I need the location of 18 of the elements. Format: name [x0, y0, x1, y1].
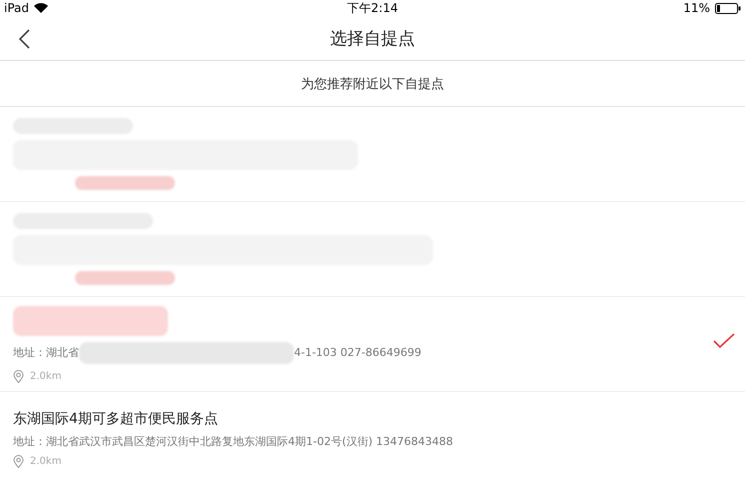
battery-icon	[715, 2, 742, 14]
recommend-text: 为您推荐附近以下自提点	[301, 76, 444, 92]
store-address: 4-1-103 027-86649699	[294, 346, 422, 359]
store-row[interactable]: 地址：湖北省 4-1-103 027-86649699 2.0km	[0, 297, 745, 392]
store-row[interactable]: 东湖国际4期可多超市便民服务点 地址：湖北省武汉市武昌区楚河汉街中北路复地东湖国际4期1-02号(汉街) 13476843488 2.0km	[0, 392, 745, 479]
store-distance: 2.0km	[30, 456, 62, 467]
back-icon[interactable]	[18, 29, 30, 49]
battery-percent: 11%	[683, 1, 710, 15]
location-pin-icon	[13, 370, 24, 382]
location-pin-icon	[13, 455, 24, 468]
wifi-icon	[34, 3, 48, 13]
store-address: 地址：湖北省武汉市武昌区楚河汉街中北路复地东湖国际4期1-02号(汉街) 13476843488	[13, 434, 454, 449]
status-time: 下午2:14	[347, 0, 398, 16]
store-address: 地址：湖北省	[13, 345, 79, 360]
store-distance: 2.0km	[30, 370, 62, 382]
store-name: 东湖国际4期可多超市便民服务点	[13, 410, 219, 428]
carrier-label: iPad	[4, 1, 30, 15]
page-title: 选择自提点	[330, 28, 415, 50]
